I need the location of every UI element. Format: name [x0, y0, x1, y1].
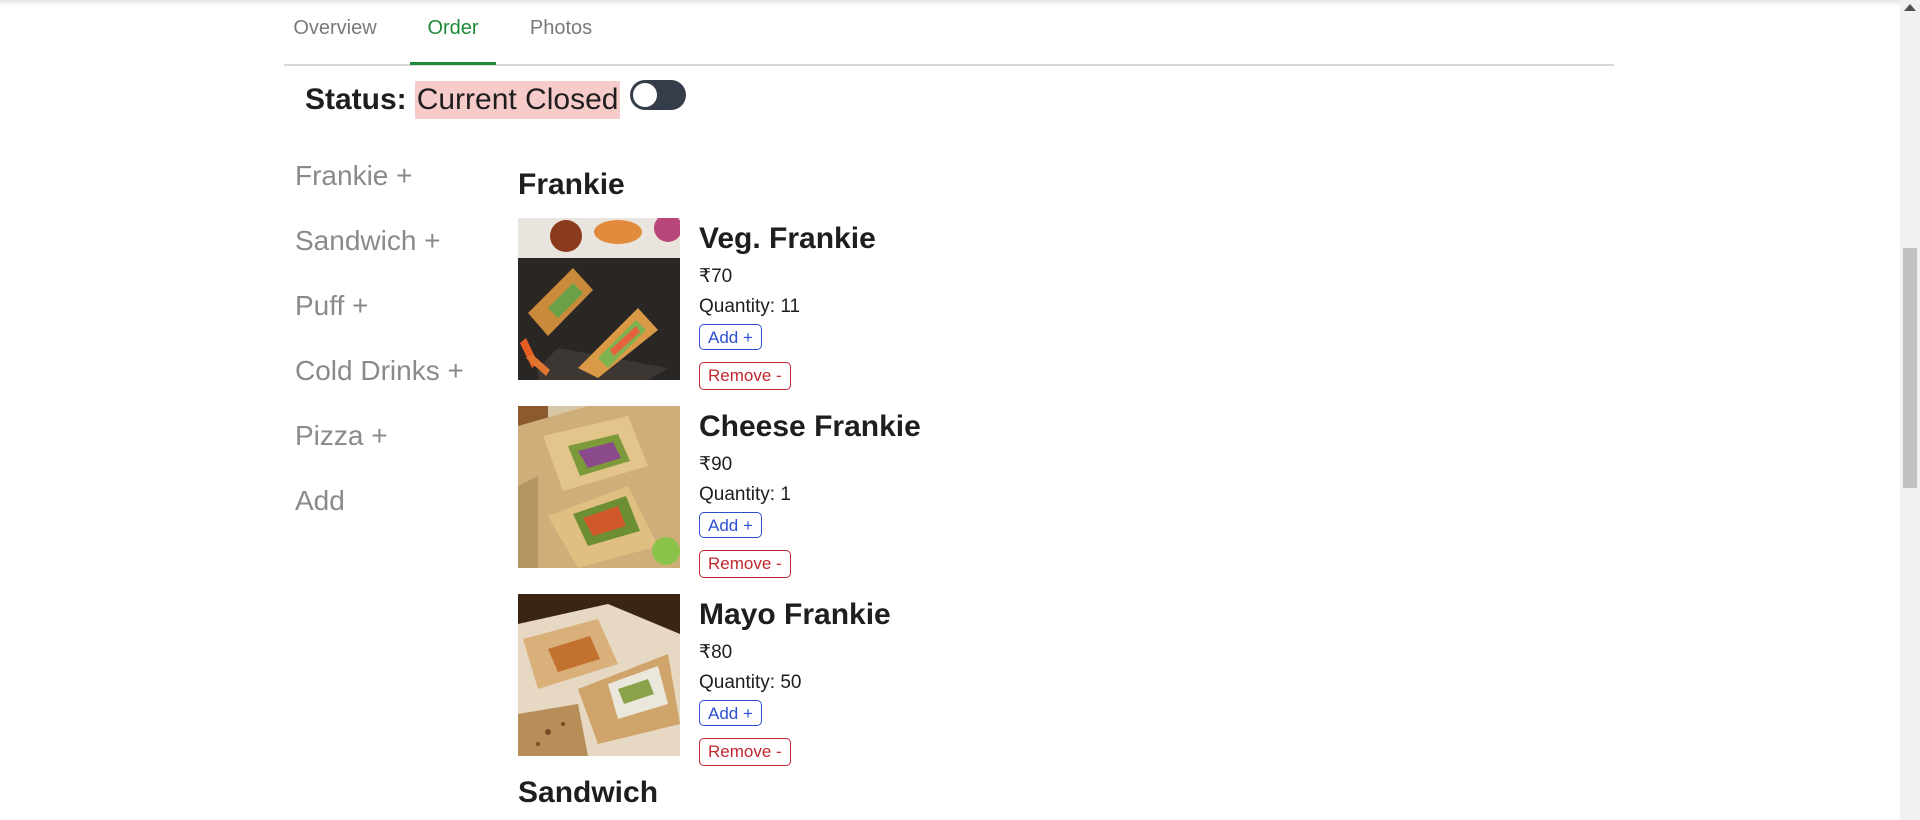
item-info: Mayo Frankie ₹80 Quantity: 50 Add + Remo… [699, 598, 891, 766]
tab-photos[interactable]: Photos [514, 0, 608, 62]
tab-bar: Overview Order Photos [284, 0, 1614, 66]
item-name: Cheese Frankie [699, 410, 921, 443]
item-quantity: Quantity: 1 [699, 484, 791, 505]
cheese-frankie-image [518, 406, 680, 568]
item-info: Cheese Frankie ₹90 Quantity: 1 Add + Rem… [699, 410, 921, 578]
menu-item: Mayo Frankie ₹80 Quantity: 50 Add + Remo… [518, 594, 1518, 782]
mayo-frankie-image [518, 594, 680, 756]
sidebar-item-frankie[interactable]: Frankie + [295, 160, 495, 225]
item-name: Veg. Frankie [699, 222, 876, 255]
item-price: ₹70 [699, 266, 733, 287]
scrollbar-thumb[interactable] [1903, 248, 1917, 488]
menu-item: Veg. Frankie ₹70 Quantity: 11 Add + Remo… [518, 218, 1518, 406]
tab-overview[interactable]: Overview [284, 0, 386, 62]
vertical-scrollbar[interactable] [1900, 0, 1920, 820]
toggle-knob [633, 83, 658, 107]
item-name: Mayo Frankie [699, 598, 891, 631]
add-button[interactable]: Add + [699, 324, 762, 350]
status-toggle[interactable] [630, 80, 687, 110]
item-price: ₹90 [699, 454, 733, 475]
item-quantity: Quantity: 11 [699, 296, 801, 317]
status-badge: Current Closed [414, 81, 621, 119]
item-price: ₹80 [699, 642, 733, 663]
add-button[interactable]: Add + [699, 700, 762, 726]
remove-button[interactable]: Remove - [699, 362, 791, 390]
veg-frankie-image [518, 218, 680, 380]
status-bar: Status: Current Closed [305, 76, 687, 124]
add-button[interactable]: Add + [699, 512, 762, 538]
status-label: Status: [305, 83, 407, 116]
scroll-up-arrow-icon[interactable] [1904, 4, 1916, 11]
category-title-sandwich: Sandwich [518, 776, 659, 809]
restaurant-order-page: Overview Order Photos Status: Current Cl… [0, 0, 1920, 820]
item-info: Veg. Frankie ₹70 Quantity: 11 Add + Remo… [699, 222, 876, 390]
tab-order[interactable]: Order [410, 0, 496, 65]
sidebar-item-puff[interactable]: Puff + [295, 290, 495, 355]
sidebar-item-add[interactable]: Add [295, 485, 495, 550]
item-quantity: Quantity: 50 [699, 672, 802, 693]
category-title-frankie: Frankie [518, 168, 625, 201]
remove-button[interactable]: Remove - [699, 738, 791, 766]
sidebar-item-cold-drinks[interactable]: Cold Drinks + [295, 355, 495, 420]
category-sidebar: Frankie + Sandwich + Puff + Cold Drinks … [295, 160, 495, 550]
menu-content: Frankie Veg. Frankie ₹70 Quantity: 11 Ad… [518, 168, 1518, 782]
remove-button[interactable]: Remove - [699, 550, 791, 578]
menu-item: Cheese Frankie ₹90 Quantity: 1 Add + Rem… [518, 406, 1518, 594]
sidebar-item-sandwich[interactable]: Sandwich + [295, 225, 495, 290]
sidebar-item-pizza[interactable]: Pizza + [295, 420, 495, 485]
